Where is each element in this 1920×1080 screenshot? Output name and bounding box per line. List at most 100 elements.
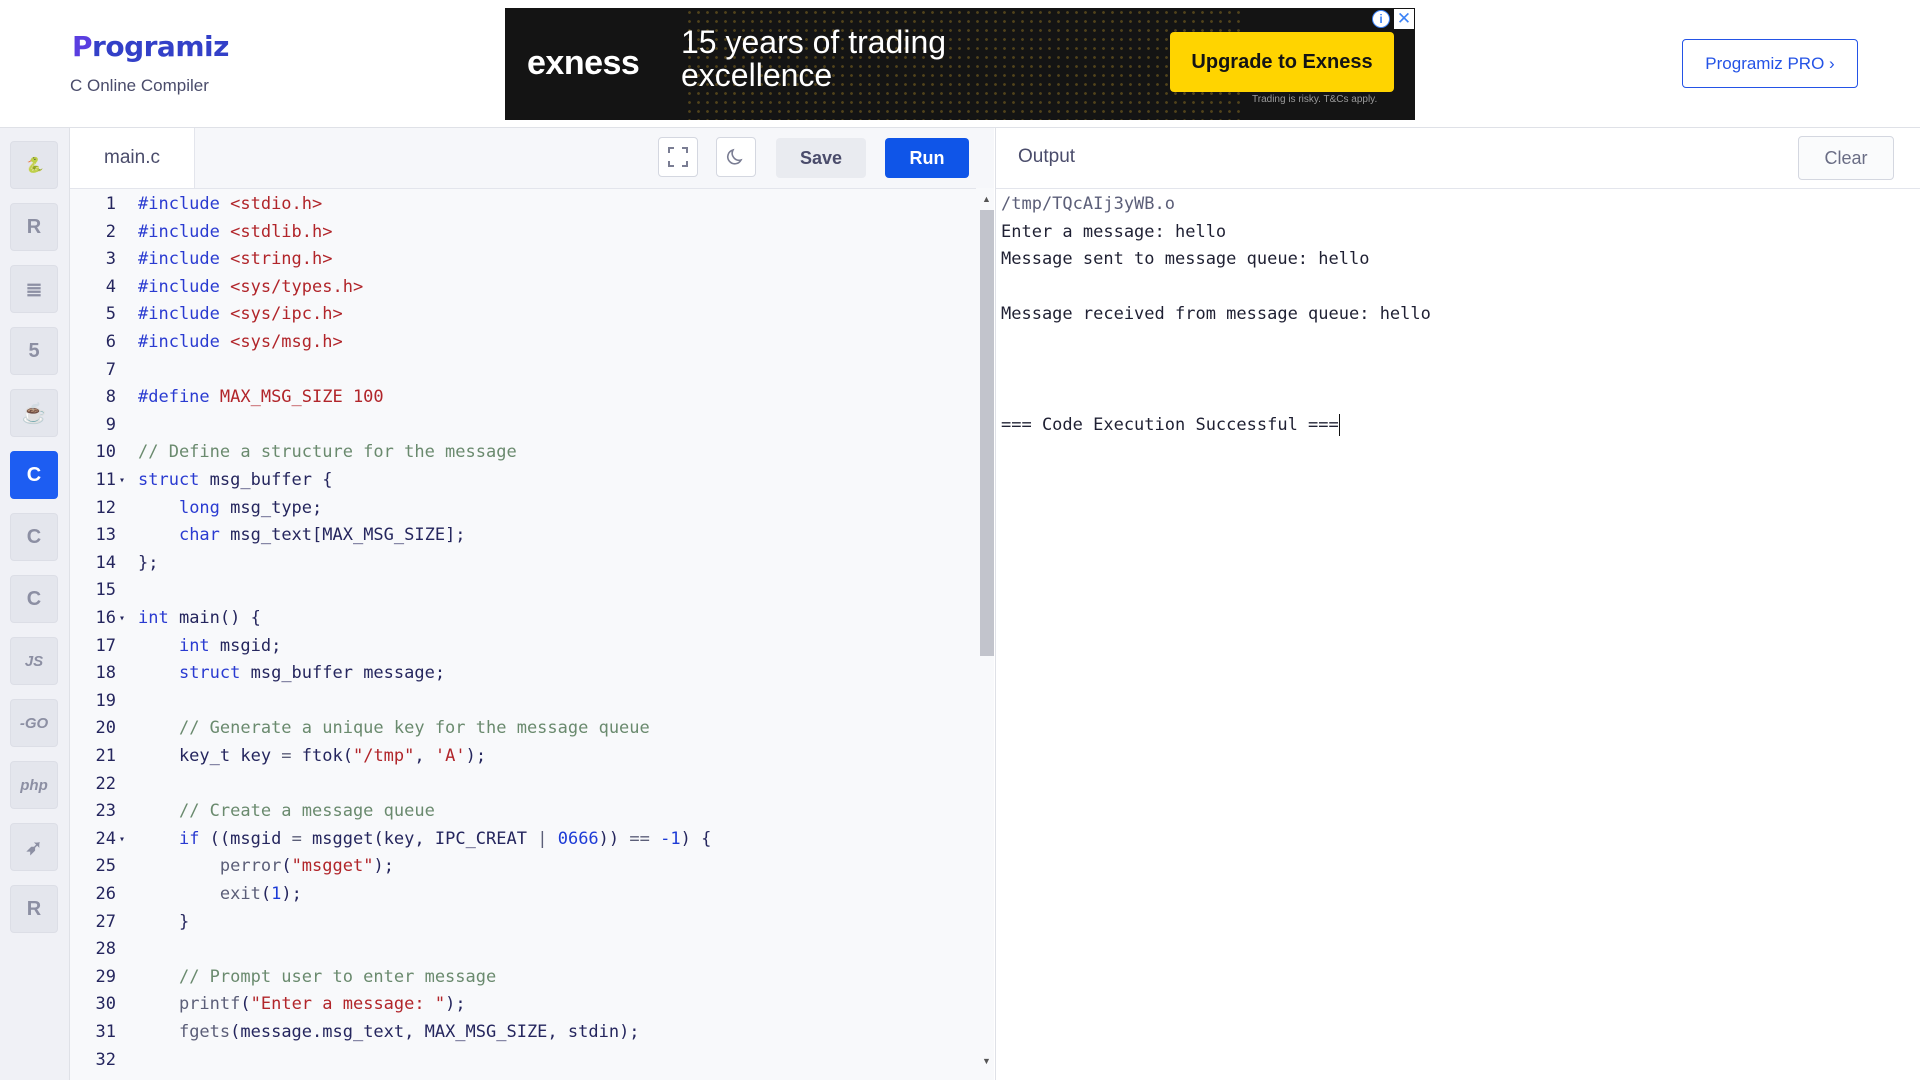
- code-line[interactable]: 2 #include <stdlib.h>: [70, 219, 976, 246]
- code-line[interactable]: 23 // Create a message queue: [70, 798, 976, 825]
- code-line[interactable]: 25 perror("msgget");: [70, 853, 976, 880]
- code-area[interactable]: 1 #include <stdio.h> 2 #include <stdlib.h> 3…: [70, 188, 976, 1080]
- code-line[interactable]: 13 char msg_text[MAX_MSG_SIZE];: [70, 522, 976, 549]
- sidebar-item-cpp[interactable]: C: [10, 513, 58, 561]
- code-text: };: [138, 550, 158, 577]
- sidebar-item-javascript[interactable]: JS: [10, 637, 58, 685]
- fullscreen-icon[interactable]: [658, 137, 698, 177]
- code-line[interactable]: 14};: [70, 550, 976, 577]
- c-icon: C: [26, 463, 42, 486]
- sidebar-item-swift[interactable]: ➶: [10, 823, 58, 871]
- code-line[interactable]: 12 long msg_type;: [70, 495, 976, 522]
- scroll-down-icon[interactable]: ▼: [982, 1056, 991, 1066]
- code-line[interactable]: 9: [70, 412, 976, 439]
- code-line[interactable]: 7: [70, 357, 976, 384]
- scroll-up-icon[interactable]: ▲: [982, 194, 991, 204]
- fold-arrow-icon[interactable]: ▾: [119, 467, 125, 494]
- fold-arrow-icon[interactable]: ▾: [119, 826, 125, 853]
- ad-close-icon[interactable]: ✕: [1394, 9, 1414, 29]
- sidebar-item-sql[interactable]: ≣: [10, 265, 58, 313]
- code-token: // Define a structure for the message: [138, 442, 517, 463]
- code-text: char msg_text[MAX_MSG_SIZE];: [138, 522, 466, 549]
- output-line: === Code Execution Successful ===: [1001, 412, 1341, 439]
- code-token: };: [138, 552, 159, 573]
- code-line[interactable]: 28: [70, 936, 976, 963]
- code-line[interactable]: 19: [70, 688, 976, 715]
- fold-arrow-icon[interactable]: ▾: [119, 605, 125, 632]
- sidebar-item-python[interactable]: 🐍: [10, 141, 58, 189]
- line-number: 3: [105, 249, 116, 270]
- code-line[interactable]: 10 // Define a structure for the message: [70, 439, 976, 466]
- code-line[interactable]: 20 // Generate a unique key for the mess…: [70, 715, 976, 742]
- code-line[interactable]: 15: [70, 577, 976, 604]
- code-line[interactable]: 27 }: [70, 909, 976, 936]
- code-token: );: [445, 994, 466, 1015]
- code-line[interactable]: 6 #include <sys/msg.h>: [70, 329, 976, 356]
- save-button[interactable]: Save: [776, 138, 866, 178]
- sidebar-item-rust[interactable]: R: [10, 885, 58, 933]
- editor-scrollbar[interactable]: ▲ ▼: [976, 188, 994, 1080]
- sidebar-item-r[interactable]: R: [10, 203, 58, 251]
- sidebar-item-html[interactable]: 5: [10, 327, 58, 375]
- sidebar-item-csharp[interactable]: C: [10, 575, 58, 623]
- csharp-icon: C: [26, 587, 42, 610]
- code-token: struct: [178, 663, 241, 684]
- dark-mode-icon[interactable]: [716, 137, 756, 177]
- line-number: 16: [95, 608, 116, 628]
- ad-cta-button[interactable]: Upgrade to Exness: [1170, 32, 1394, 92]
- programiz-logo[interactable]: Programiz: [72, 30, 229, 63]
- code-token: int: [138, 608, 169, 628]
- run-button[interactable]: Run: [885, 138, 969, 178]
- clear-button[interactable]: Clear: [1798, 136, 1894, 180]
- code-token: ) {: [680, 828, 712, 849]
- code-line[interactable]: 11 ▾ struct msg_buffer {: [70, 467, 976, 494]
- code-token: struct: [138, 470, 200, 490]
- code-token: <stdio.h>: [230, 194, 323, 214]
- code-text: #include <stdlib.h>: [138, 219, 332, 246]
- code-line[interactable]: 31 fgets(message.msg_text, MAX_MSG_SIZE,…: [70, 1019, 976, 1046]
- code-line[interactable]: 32: [70, 1047, 976, 1074]
- sidebar-item-java[interactable]: ☕: [10, 389, 58, 437]
- line-number: 25: [95, 856, 116, 877]
- code-text: if ((msgid = msgget(key, IPC_CREAT | 066…: [138, 826, 711, 853]
- code-token: (: [240, 994, 251, 1015]
- code-line[interactable]: 30 printf("Enter a message: ");: [70, 991, 976, 1018]
- code-line[interactable]: 22: [70, 771, 976, 798]
- line-number: 29: [95, 966, 116, 987]
- header: Programiz C Online Compiler exness 15 ye…: [0, 0, 1920, 128]
- output-console[interactable]: /tmp/TQcAIj3yWB.o Enter a message: hello M…: [996, 188, 1920, 1080]
- code-line[interactable]: 29 // Prompt user to enter message: [70, 964, 976, 991]
- code-line[interactable]: 26 exit(1);: [70, 881, 976, 908]
- ad-info-icon[interactable]: i: [1372, 10, 1390, 28]
- code-token: (message.msg_text, MAX_MSG_SIZE, stdin);: [230, 1022, 640, 1042]
- python-icon: 🐍: [24, 157, 44, 174]
- file-tab-main-c[interactable]: main.c: [70, 128, 195, 188]
- code-line[interactable]: 17 int msgid;: [70, 633, 976, 660]
- sidebar-item-php[interactable]: php: [10, 761, 58, 809]
- code-line[interactable]: 8 #define MAX_MSG_SIZE 100: [70, 384, 976, 411]
- sidebar-item-c[interactable]: C: [10, 451, 58, 499]
- code-line[interactable]: 18 struct msg_buffer message;: [70, 660, 976, 687]
- code-line[interactable]: 3 #include <string.h>: [70, 246, 976, 273]
- code-token: <sys/types.h>: [230, 276, 364, 297]
- language-sidebar: 🐍 R ≣ 5 ☕ C C C JS -GO php ➶ R: [0, 128, 70, 1080]
- code-line[interactable]: 16 ▾ int main() {: [70, 605, 976, 632]
- line-number: 11: [95, 470, 116, 490]
- cpp-icon: C: [26, 525, 42, 548]
- code-token: =: [291, 828, 302, 849]
- code-line[interactable]: 1 #include <stdio.h>: [70, 191, 976, 218]
- code-line[interactable]: 21 key_t key = ftok("/tmp", 'A');: [70, 743, 976, 770]
- programiz-pro-button[interactable]: Programiz PRO ›: [1682, 39, 1858, 88]
- scrollbar-thumb[interactable]: [980, 210, 994, 656]
- sidebar-item-go[interactable]: -GO: [10, 699, 58, 747]
- code-line[interactable]: 5 #include <sys/ipc.h>: [70, 301, 976, 328]
- java-icon: ☕: [21, 402, 47, 425]
- advertisement-banner[interactable]: exness 15 years of trading excellence Up…: [505, 8, 1415, 120]
- code-token: #include: [138, 276, 231, 297]
- code-line[interactable]: 4 #include <sys/types.h>: [70, 274, 976, 301]
- code-line[interactable]: 24 ▾ if ((msgid = msgget(key, IPC_CREAT |…: [70, 826, 976, 853]
